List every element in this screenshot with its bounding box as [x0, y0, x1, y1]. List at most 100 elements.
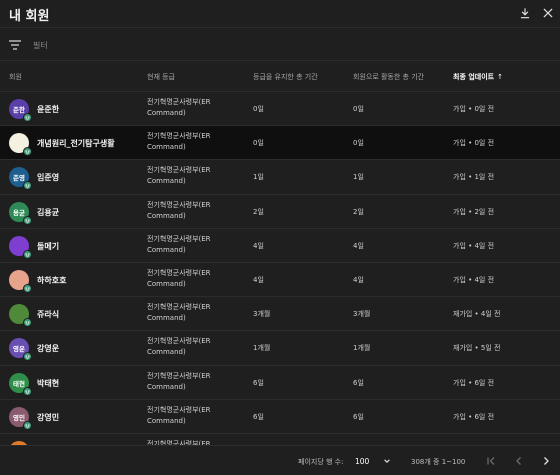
table-row[interactable]: 준한 윤준한 전기혁명군사령부(ER Command) 0일 0일 가입 • 0…: [0, 92, 560, 127]
avatar-initials: 준영: [13, 174, 25, 183]
avatar[interactable]: 영민: [9, 406, 32, 430]
member-level: 전기혁명군사령부(ER Command): [147, 405, 211, 425]
download-icon[interactable]: [518, 6, 532, 20]
membership-badge-icon: [23, 283, 32, 293]
chevron-right-icon[interactable]: [540, 455, 552, 467]
last-update: 가입 • 6일 전: [453, 412, 495, 421]
avatar[interactable]: [9, 133, 32, 157]
member-name[interactable]: 김용균: [37, 207, 59, 218]
rows-per-page-label: 페이지당 행 수:: [298, 458, 344, 466]
last-update: 재가입 • 5일 전: [453, 344, 501, 353]
member-list: 준한 윤준한 전기혁명군사령부(ER Command) 0일 0일 가입 • 0…: [0, 92, 560, 445]
member-name[interactable]: 하하호호: [37, 275, 66, 286]
last-update: 가입 • 4일 전: [453, 275, 495, 284]
time-at-level: 4일: [253, 241, 264, 250]
member-level: 전기혁명군사령부(ER Command): [147, 371, 211, 391]
last-update: 가입 • 1일 전: [453, 173, 495, 182]
column-header-last-update[interactable]: 최종 업데이트 ↑: [453, 72, 503, 82]
membership-badge-icon: [23, 181, 32, 191]
time-at-level: 1개월: [253, 344, 271, 353]
column-header-last-update-label: 최종 업데이트: [453, 73, 495, 81]
table-row[interactable]: 영민 강영민 전기혁명군사령부(ER Command) 6일 6일 가입 • 6…: [0, 399, 560, 434]
table-row[interactable]: 개념원리_전기탐구생활 전기혁명군사령부(ER Command) 0일 0일 가…: [0, 126, 560, 161]
table-row[interactable]: 용균 김용균 전기혁명군사령부(ER Command) 2일 2일 가입 • 2…: [0, 194, 560, 229]
time-as-member: 2일: [353, 207, 364, 216]
rows-per-page-select[interactable]: 100: [355, 455, 391, 469]
time-at-level: 6일: [253, 378, 264, 387]
time-as-member: 6일: [353, 378, 364, 387]
avatar-initials: 용균: [13, 208, 25, 217]
time-at-level: 3개월: [253, 310, 271, 319]
member-name[interactable]: 강영운: [37, 343, 59, 354]
column-header-level[interactable]: 현재 등급: [147, 72, 175, 82]
time-at-level: 0일: [253, 105, 264, 113]
time-as-member: 0일: [353, 139, 364, 148]
column-header-time-as-member[interactable]: 회원으로 활동한 총 기간: [353, 72, 424, 82]
avatar[interactable]: [9, 304, 32, 328]
member-level: 전기혁명군사령부(ER Command): [147, 303, 211, 323]
table-row[interactable]: 태현 박태현 전기혁명군사령부(ER Command) 6일 6일 가입 • 6…: [0, 365, 560, 400]
time-as-member: 4일: [353, 275, 364, 284]
member-name[interactable]: 박태현: [37, 378, 59, 389]
member-level: 전기혁명군사령부(ER Command): [147, 337, 211, 357]
table-row[interactable]: 하하호호 전기혁명군사령부(ER Command) 4일 4일 가입 • 4일 …: [0, 262, 560, 298]
avatar[interactable]: 준영: [9, 167, 32, 191]
time-as-member: 1개월: [353, 344, 371, 353]
column-header-time-at-level[interactable]: 등급을 유지한 총 기간: [253, 72, 318, 82]
filter-bar: [0, 29, 560, 61]
close-icon[interactable]: [541, 6, 555, 20]
time-as-member: 6일: [353, 412, 364, 421]
table-row[interactable]: 영운 강영운 전기혁명군사령부(ER Command) 1개월 1개월 재가입 …: [0, 331, 560, 366]
last-update: 가입 • 2일 전: [453, 207, 495, 216]
membership-badge-icon: [23, 318, 32, 328]
membership-badge-icon: [23, 113, 32, 122]
member-name[interactable]: 윤준한: [37, 104, 59, 115]
filter-icon[interactable]: [9, 40, 21, 50]
avatar[interactable]: [9, 269, 32, 293]
avatar[interactable]: [9, 235, 32, 259]
table-row[interactable]: 전기혁명군사령부(ER Command): [0, 433, 560, 445]
avatar[interactable]: 태현: [9, 372, 32, 396]
time-as-member: 4일: [353, 241, 364, 250]
table-row[interactable]: 돌메기 전기혁명군사령부(ER Command) 4일 4일 가입 • 4일 전: [0, 228, 560, 263]
time-as-member: 1일: [353, 173, 364, 182]
member-name[interactable]: 돌메기: [37, 241, 59, 252]
avatar[interactable]: 준한: [9, 99, 32, 122]
table-header: 회원 현재 등급 등급을 유지한 총 기간 회원으로 활동한 총 기간 최종 업…: [0, 62, 560, 92]
member-level: 전기혁명군사령부(ER Command): [147, 234, 211, 254]
last-update: 재가입 • 4일 전: [453, 310, 501, 319]
membership-badge-icon: [23, 147, 32, 157]
avatar-initials: 준한: [13, 106, 25, 114]
avatar-initials: 영운: [13, 345, 25, 354]
time-at-level: 2일: [253, 207, 264, 216]
membership-badge-icon: [23, 215, 32, 225]
membership-badge-icon: [23, 386, 32, 396]
column-header-member[interactable]: 회원: [9, 72, 22, 82]
membership-badge-icon: [23, 420, 32, 430]
member-name[interactable]: 임준영: [37, 172, 59, 183]
time-as-member: 0일: [353, 105, 364, 113]
time-at-level: 1일: [253, 173, 264, 182]
page-title: 내 회원: [9, 9, 50, 24]
member-level: 전기혁명군사령부(ER Command): [147, 166, 211, 186]
member-name[interactable]: 강영민: [37, 412, 59, 423]
chevron-down-icon: [384, 459, 390, 463]
pagination-range: 308개 중 1~100: [411, 458, 466, 466]
arrow-up-icon: ↑: [497, 73, 503, 81]
first-page-icon[interactable]: [485, 455, 497, 467]
filter-input[interactable]: [33, 37, 533, 53]
member-level: 전기혁명군사령부(ER Command): [147, 200, 211, 220]
member-level: 전기혁명군사령부(ER Command): [147, 98, 211, 117]
member-name[interactable]: 개념원리_전기탐구생활: [37, 138, 115, 149]
avatar[interactable]: 용균: [9, 201, 32, 225]
table-row[interactable]: 준영 임준영 전기혁명군사령부(ER Command) 1일 1일 가입 • 1…: [0, 160, 560, 195]
pagination-footer: 페이지당 행 수: 100 308개 중 1~100: [0, 445, 560, 475]
table-row[interactable]: 쥬라식 전기혁명군사령부(ER Command) 3개월 3개월 재가입 • 4…: [0, 297, 560, 332]
dialog-header: 내 회원: [0, 0, 560, 28]
avatar-initials: 태현: [13, 379, 25, 388]
avatar[interactable]: 영운: [9, 338, 32, 362]
chevron-left-icon[interactable]: [513, 455, 525, 467]
member-name[interactable]: 쥬라식: [37, 309, 59, 320]
membership-badge-icon: [23, 352, 32, 362]
time-at-level: 4일: [253, 275, 264, 284]
